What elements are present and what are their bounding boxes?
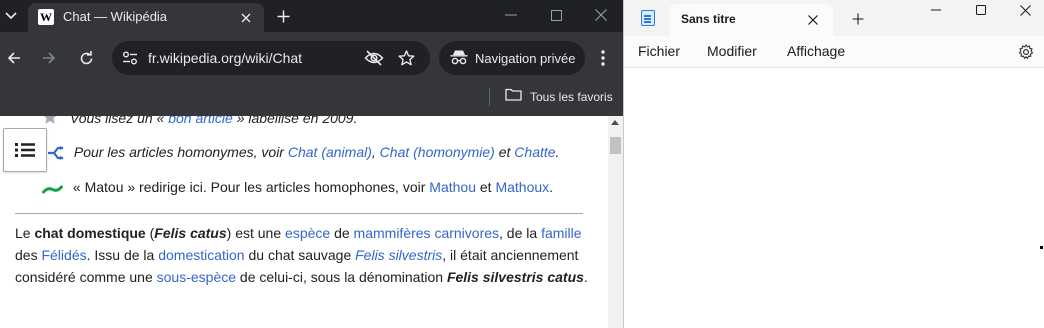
- bookmarks-divider: [489, 88, 490, 106]
- eye-off-icon[interactable]: [362, 46, 386, 70]
- table-of-contents-button[interactable]: [3, 128, 47, 172]
- mathou-link[interactable]: Mathou: [429, 179, 476, 195]
- paragraph-text: Le: [15, 225, 35, 241]
- maximize-icon[interactable]: [958, 0, 1004, 20]
- notepad-tab-title: Sans titre: [681, 12, 736, 26]
- bookmarks-bar: Tous les favoris: [0, 84, 623, 116]
- felides-link[interactable]: Félidés: [41, 247, 86, 263]
- notepad-text-area[interactable]: [624, 68, 1044, 328]
- paragraph-text: (: [145, 225, 155, 241]
- paragraph-text: . Issu de la: [86, 247, 159, 263]
- minimize-icon[interactable]: [489, 0, 533, 30]
- back-icon[interactable]: [0, 44, 28, 72]
- menu-edit[interactable]: Modifier: [707, 43, 757, 59]
- minimize-icon[interactable]: [913, 0, 959, 20]
- more-icon[interactable]: [592, 45, 614, 71]
- paragraph-text: , de la: [499, 225, 542, 241]
- hatnote-text: et: [476, 179, 496, 195]
- new-tab-icon[interactable]: [270, 4, 296, 28]
- site-info-icon[interactable]: [118, 46, 142, 70]
- notepad-icon: [641, 10, 655, 26]
- hatnote-text: et: [494, 144, 515, 160]
- hatnote-text: Vous lisez un «: [69, 116, 169, 126]
- espece-link[interactable]: espèce: [285, 225, 330, 241]
- tab-title: Chat — Wikipédia: [63, 9, 168, 24]
- chat-animal-link[interactable]: Chat (animal): [288, 144, 372, 160]
- mammiferes-carnivores-link[interactable]: mammifères carnivores: [354, 225, 499, 241]
- close-window-icon[interactable]: [1002, 0, 1044, 20]
- menu-file[interactable]: Fichier: [638, 43, 680, 59]
- text-cursor: [1040, 246, 1043, 249]
- forward-icon[interactable]: [35, 44, 63, 72]
- reload-icon[interactable]: [72, 44, 100, 72]
- notepad-menubar: Fichier Modifier Affichage: [624, 36, 1044, 68]
- star-icon[interactable]: [394, 46, 418, 70]
- browser-toolbar: fr.wikipedia.org/wiki/Chat Navigation pr…: [0, 32, 623, 84]
- paragraph-text: des: [15, 247, 42, 263]
- paragraph-text: de: [330, 225, 354, 241]
- close-tab-icon[interactable]: [236, 8, 256, 28]
- mathoux-link[interactable]: Mathoux: [495, 179, 549, 195]
- good-article-star-icon: [42, 116, 60, 128]
- close-window-icon[interactable]: [579, 0, 623, 30]
- page-viewport: Vous lisez un « bon article » labellisé …: [0, 116, 623, 328]
- good-article-hatnote: Vous lisez un « bon article » labellisé …: [42, 116, 357, 128]
- redirect-icon: [42, 181, 64, 197]
- all-bookmarks-label: Tous les favoris: [530, 90, 613, 104]
- all-bookmarks-button[interactable]: Tous les favoris: [505, 86, 613, 108]
- scrollbar-thumb[interactable]: [610, 137, 621, 154]
- wikipedia-favicon-icon: W: [38, 9, 54, 25]
- notepad-titlebar: Sans titre: [624, 0, 1044, 36]
- notepad-tab[interactable]: Sans titre: [669, 4, 833, 36]
- maximize-icon[interactable]: [534, 0, 578, 30]
- chat-homonymie-link[interactable]: Chat (homonymie): [380, 144, 495, 160]
- sous-espece-link[interactable]: sous-espèce: [157, 269, 236, 285]
- intro-paragraph: Le chat domestique (Felis catus) est une…: [15, 222, 590, 288]
- incognito-label: Navigation privée: [475, 51, 576, 66]
- scientific-name: Felis silvestris catus: [446, 269, 584, 285]
- url-text[interactable]: fr.wikipedia.org/wiki/Chat: [148, 50, 302, 66]
- domestication-link[interactable]: domestication: [158, 247, 244, 263]
- scientific-name: Felis catus: [154, 225, 227, 241]
- bold-term: chat domestique: [34, 225, 146, 241]
- tab-list-icon[interactable]: [0, 4, 22, 28]
- redirect-hatnote: « Matou » redirige ici. Pour les article…: [42, 179, 553, 197]
- disambiguation-icon: [47, 146, 65, 163]
- hatnote-text: » labellisé en 2009.: [232, 116, 358, 126]
- paragraph-text: .: [583, 269, 588, 285]
- paragraph-text: du chat sauvage: [244, 247, 356, 263]
- good-article-link[interactable]: bon article: [168, 116, 233, 126]
- menu-view[interactable]: Affichage: [787, 43, 845, 59]
- hatnote-divider: [15, 213, 583, 214]
- address-bar[interactable]: fr.wikipedia.org/wiki/Chat: [112, 41, 430, 75]
- hatnote-text: « Matou » redirige ici. Pour les article…: [72, 179, 430, 195]
- scroll-up-arrow-icon[interactable]: [611, 120, 619, 125]
- incognito-icon: [450, 49, 468, 70]
- vertical-scrollbar[interactable]: [608, 116, 623, 328]
- hatnote-text: ,: [371, 144, 380, 160]
- famille-link[interactable]: famille: [541, 225, 581, 241]
- paragraph-text: ) est une: [226, 225, 286, 241]
- hatnote-text: .: [549, 179, 554, 195]
- incognito-indicator[interactable]: Navigation privée: [439, 41, 585, 75]
- close-tab-icon[interactable]: [803, 10, 823, 30]
- browser-window: W Chat — Wikipédia fr.wikipedia.org/wiki…: [0, 0, 623, 328]
- browser-tab[interactable]: W Chat — Wikipédia: [28, 3, 264, 32]
- chatte-link[interactable]: Chatte: [514, 144, 555, 160]
- paragraph-text: de celui-ci, sous la dénomination: [236, 269, 447, 285]
- homonyms-hatnote: Pour les articles homonymes, voir Chat (…: [47, 144, 559, 163]
- tab-strip: W Chat — Wikipédia: [0, 0, 623, 32]
- new-tab-icon[interactable]: [846, 8, 870, 30]
- hatnote-text: Pour les articles homonymes, voir: [73, 144, 288, 160]
- folder-icon: [505, 88, 522, 106]
- felis-silvestris-link[interactable]: Felis silvestris: [355, 247, 442, 263]
- notepad-window: Sans titre Fichier Modifier Affichage: [623, 0, 1044, 328]
- settings-icon[interactable]: [1016, 42, 1036, 62]
- hatnote-text: .: [555, 144, 560, 160]
